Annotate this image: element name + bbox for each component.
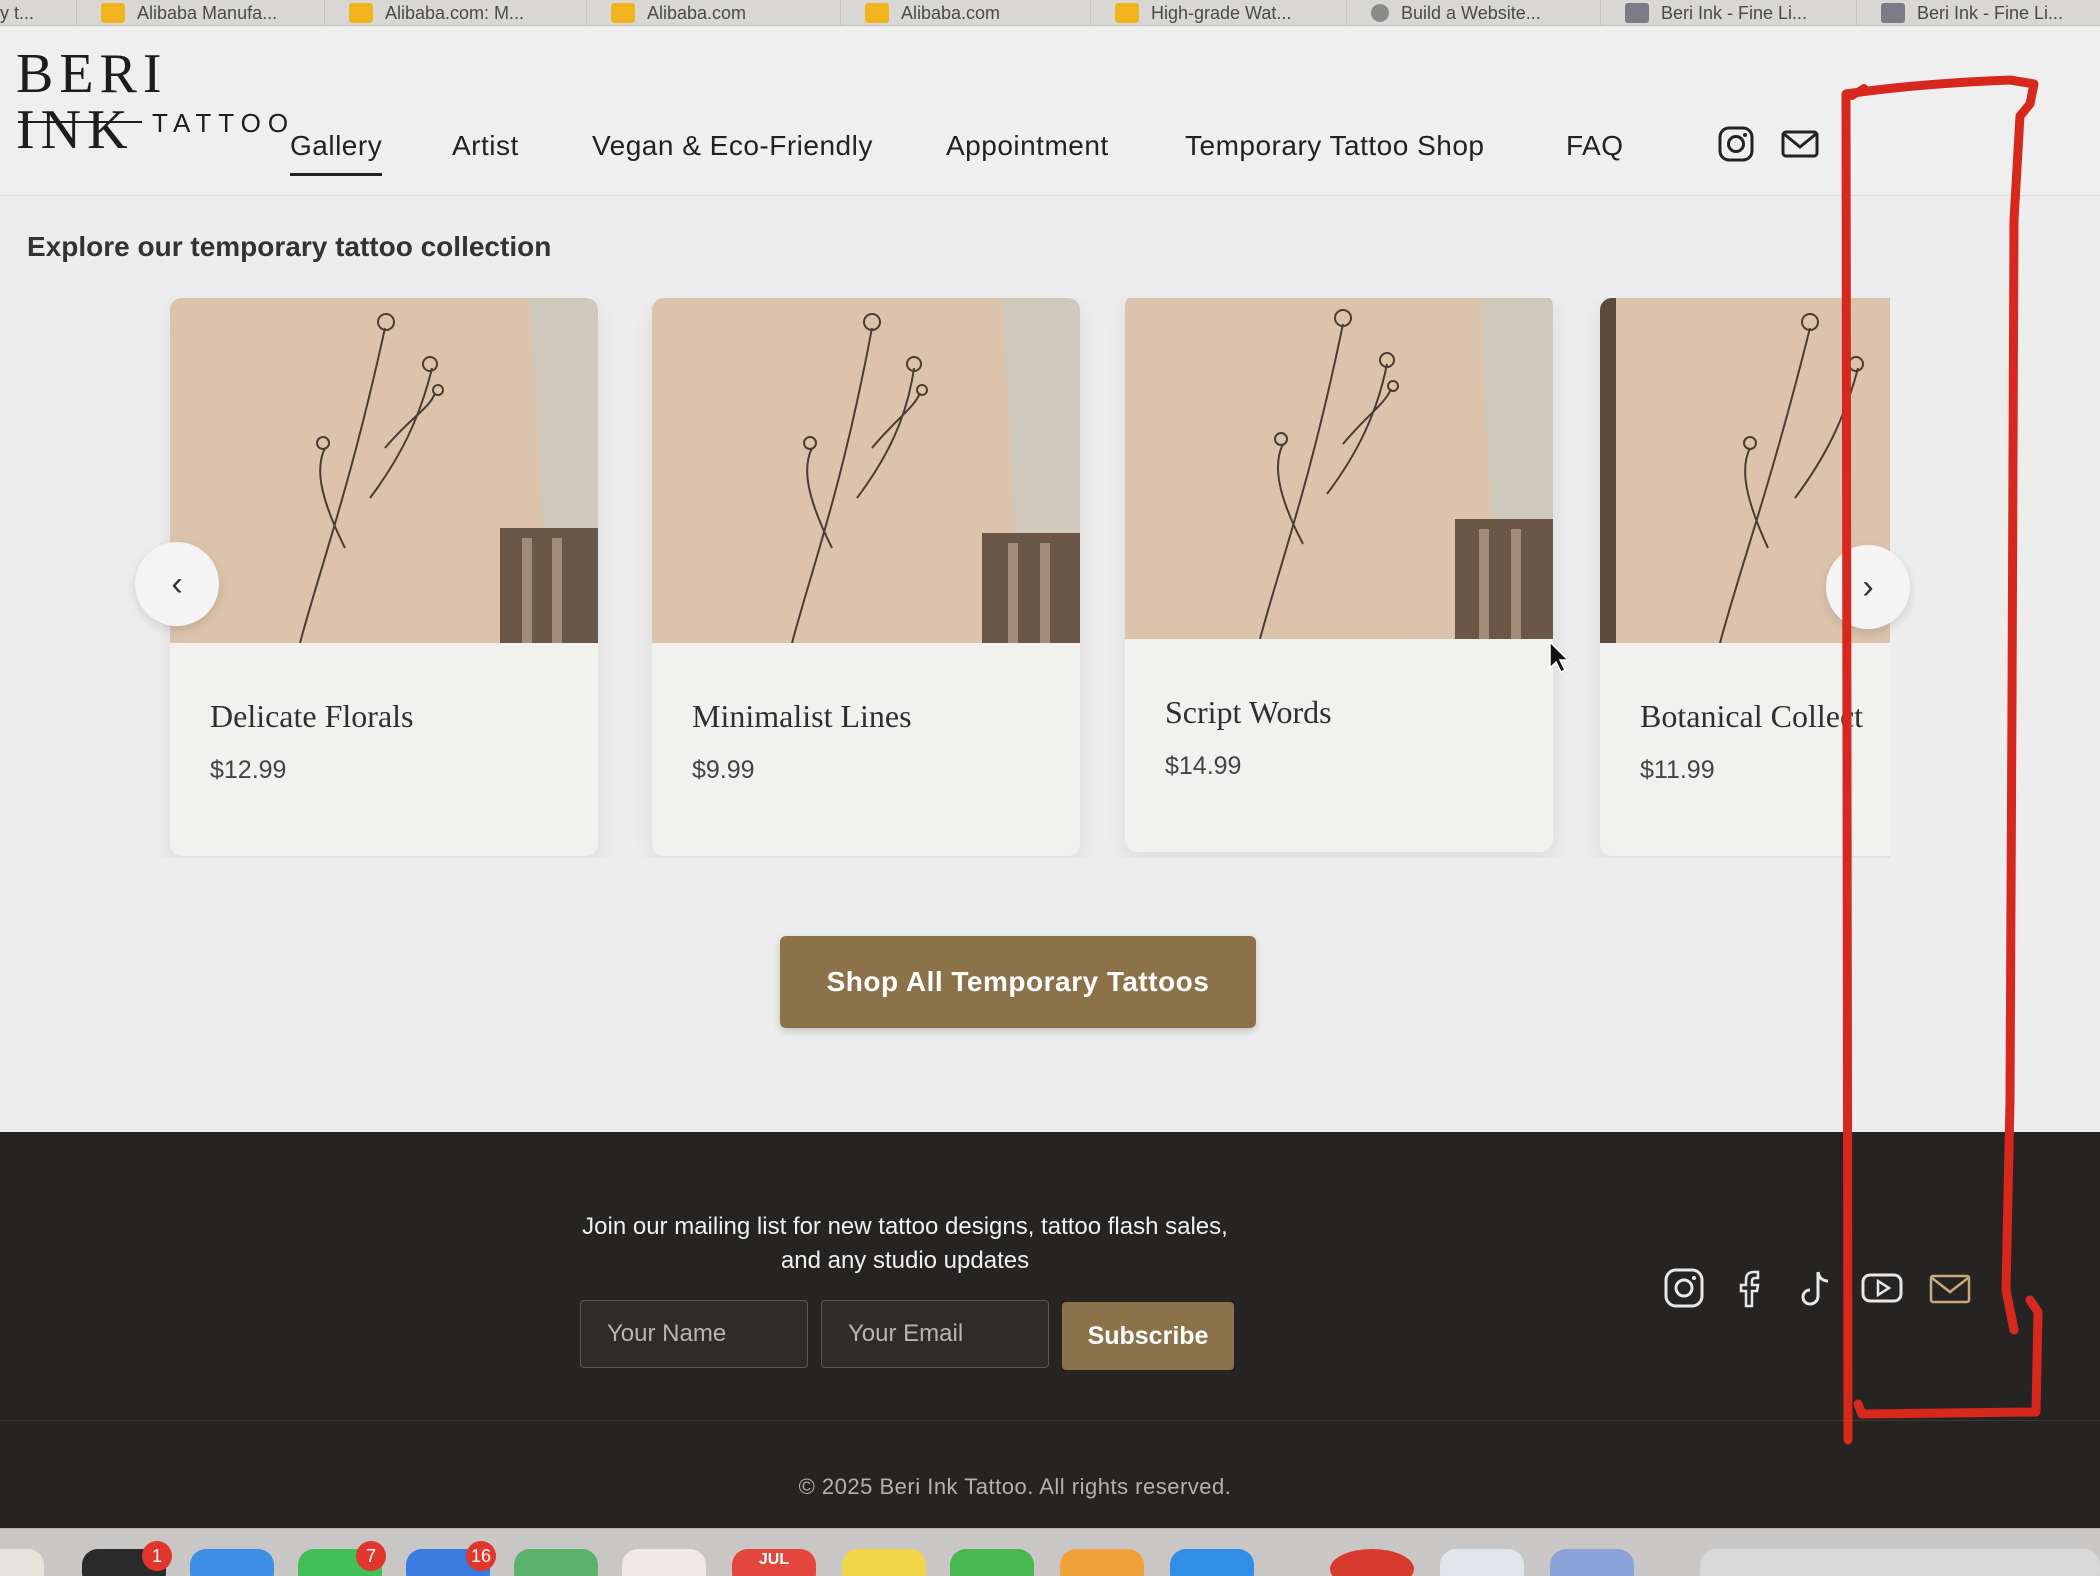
mail-icon[interactable] [1780, 124, 1820, 164]
name-placeholder: Your Name [607, 1320, 727, 1347]
nav-temporary-tattoo-shop[interactable]: Temporary Tattoo Shop [1185, 130, 1484, 162]
app-store-icon[interactable] [1170, 1549, 1254, 1576]
facebook-icon[interactable] [1728, 1266, 1772, 1310]
product-price: $11.99 [1640, 756, 1715, 784]
tab-label: Beri Ink - Fine Li... [1661, 2, 1808, 23]
numbers-icon[interactable] [950, 1549, 1034, 1576]
chevron-left-icon: ‹ [171, 564, 183, 603]
alibaba-icon [349, 3, 373, 23]
maps-icon[interactable] [514, 1549, 598, 1576]
photos-icon[interactable] [622, 1549, 706, 1576]
logo-main-text: BERI INK [16, 43, 168, 161]
mail-icon[interactable] [1928, 1266, 1972, 1310]
nav-vegan-eco-friendly[interactable]: Vegan & Eco-Friendly [592, 130, 873, 162]
subscribe-button[interactable]: Subscribe [1062, 1302, 1234, 1370]
safari-icon[interactable] [190, 1549, 274, 1576]
product-image [652, 298, 1080, 643]
carousel-next-button[interactable]: › [1826, 545, 1910, 629]
calendar-month-label: JUL [758, 1551, 790, 1568]
tab-label: Beri Ink - Fine Li... [1917, 2, 2064, 23]
product-title: Botanical Collect [1640, 698, 1864, 734]
preview-icon[interactable] [1440, 1549, 1524, 1576]
browser-tab[interactable]: Beri Ink - Fine Li... [1856, 0, 2064, 25]
footer-divider [0, 1420, 2100, 1421]
browser-tab[interactable]: Alibaba Manufa... [76, 0, 278, 25]
finder-window-icon[interactable] [1550, 1549, 1634, 1576]
pages-icon[interactable] [1060, 1549, 1144, 1576]
email-placeholder: Your Email [848, 1320, 964, 1347]
browser-tab-strip: y t... Alibaba Manufa... Alibaba.com: M.… [0, 0, 2100, 26]
browser-tab[interactable]: y t... [0, 0, 35, 25]
site-footer: Join our mailing list for new tattoo des… [0, 1132, 2100, 1528]
tab-label: Alibaba Manufa... [137, 2, 278, 23]
launchpad-icon[interactable] [0, 1549, 44, 1576]
mouse-cursor-icon [1549, 640, 1570, 674]
browser-tab[interactable]: Alibaba.com: M... [324, 0, 525, 25]
notification-badge: 16 [466, 1541, 496, 1571]
chatbot-icon [1371, 4, 1389, 22]
product-card[interactable]: Minimalist Lines $9.99 [652, 298, 1080, 856]
logo-sub-text: TATTOO [152, 108, 296, 138]
browser-tab[interactable]: Alibaba.com [840, 0, 1001, 25]
notes-icon[interactable] [842, 1549, 926, 1576]
tab-label: Alibaba.com: M... [385, 2, 525, 23]
nav-appointment[interactable]: Appointment [946, 130, 1109, 162]
minimized-windows[interactable] [1700, 1549, 2100, 1576]
email-input[interactable]: Your Email [821, 1300, 1049, 1368]
notification-badge: 1 [142, 1541, 172, 1571]
notification-badge: 7 [356, 1541, 386, 1571]
name-input[interactable]: Your Name [580, 1300, 808, 1368]
section-heading: Explore our temporary tattoo collection [27, 231, 552, 262]
shop-all-button[interactable]: Shop All Temporary Tattoos [780, 936, 1256, 1028]
tiktok-icon[interactable] [1794, 1266, 1838, 1310]
product-price: $14.99 [1165, 752, 1242, 780]
instagram-icon[interactable] [1716, 124, 1756, 164]
m-icon [1881, 3, 1905, 23]
browser-tab[interactable]: Alibaba.com [586, 0, 747, 25]
copyright-text: © 2025 Beri Ink Tattoo. All rights reser… [798, 1474, 1232, 1499]
product-image [170, 298, 598, 643]
carousel-prev-button[interactable]: ‹ [135, 542, 219, 626]
browser-tab[interactable]: Build a Website... [1346, 0, 1541, 25]
tab-label: y t... [0, 2, 35, 23]
product-title: Script Words [1165, 694, 1332, 730]
m-icon [1625, 3, 1649, 23]
product-title: Minimalist Lines [692, 698, 912, 734]
alibaba-icon [611, 3, 635, 23]
tab-label: Alibaba.com [901, 2, 1001, 23]
nav-gallery[interactable]: Gallery [290, 130, 383, 176]
browser-tab[interactable]: High-grade Wat... [1090, 0, 1292, 25]
product-price: $12.99 [210, 756, 287, 784]
youtube-icon[interactable] [1860, 1266, 1904, 1310]
chevron-right-icon: › [1862, 567, 1874, 606]
product-card[interactable]: Script Words $14.99 [1125, 298, 1553, 852]
product-card[interactable]: Delicate Florals $12.99 [170, 298, 598, 856]
macos-dock: 1 7 16 JUL [0, 1528, 2100, 1576]
nav-faq[interactable]: FAQ [1566, 130, 1624, 162]
calendar-icon[interactable]: JUL [732, 1549, 816, 1576]
product-title: Delicate Florals [210, 698, 414, 734]
logo[interactable]: BERI INK TATTOO [16, 46, 288, 158]
alibaba-icon [101, 3, 125, 23]
alibaba-icon [1115, 3, 1139, 23]
tab-label: High-grade Wat... [1151, 2, 1292, 23]
nav-artist[interactable]: Artist [452, 130, 519, 162]
browser-tab[interactable]: Beri Ink - Fine Li... [1600, 0, 1808, 25]
site-header: BERI INK TATTOO Gallery Artist Vegan & E… [0, 26, 2100, 196]
logo-rule [18, 121, 142, 123]
product-price: $9.99 [692, 756, 755, 784]
instagram-icon[interactable] [1662, 1266, 1706, 1310]
tab-label: Alibaba.com [647, 2, 747, 23]
alibaba-icon [865, 3, 889, 23]
mailing-list-message: Join our mailing list for new tattoo des… [582, 1213, 1228, 1274]
product-carousel: Delicate Florals $12.99 Minimalist Lines… [160, 298, 1890, 858]
tab-label: Build a Website... [1401, 2, 1541, 23]
product-image [1125, 298, 1553, 639]
record-app-icon[interactable] [1330, 1549, 1414, 1576]
